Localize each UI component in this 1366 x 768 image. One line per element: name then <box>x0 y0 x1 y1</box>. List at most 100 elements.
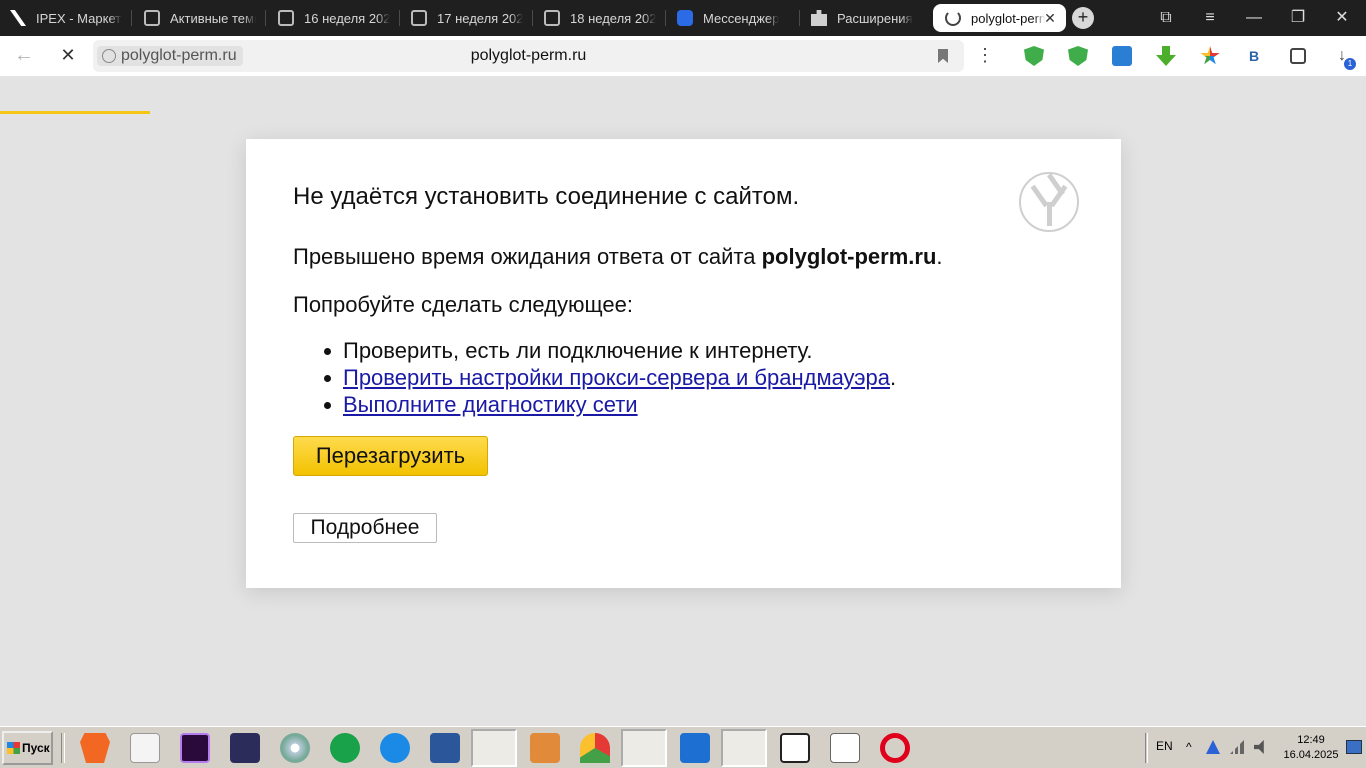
tab-label: Расширения <box>837 10 913 26</box>
tab-week-16[interactable]: 16 неделя 2025 <box>278 4 390 32</box>
colorful-star-extension-icon[interactable] <box>1200 46 1220 65</box>
image-viewer-icon[interactable] <box>530 733 560 763</box>
start-button[interactable]: Пуск <box>2 731 53 765</box>
start-label: Пуск <box>22 741 50 755</box>
tab-label: Активные темы <box>170 10 256 26</box>
notepad-icon[interactable] <box>471 729 517 767</box>
reader-extension-icon[interactable] <box>1112 46 1132 66</box>
umbrella-icon[interactable] <box>580 733 610 763</box>
forum-icon <box>411 10 427 26</box>
vk-extension-icon[interactable]: B <box>1244 46 1264 66</box>
suggestion-check-connection: Проверить, есть ли подключение к интерне… <box>323 337 896 364</box>
tab-extensions[interactable]: Расширения <box>811 4 923 32</box>
tab-divider <box>665 10 666 26</box>
zoom-icon[interactable] <box>380 733 410 763</box>
system-clock[interactable]: 12:49 16.04.2025 <box>1282 733 1340 763</box>
downloads-count-badge: 1 <box>1344 58 1356 70</box>
address-bar[interactable]: polyglot-perm.ru polyglot-perm.ru <box>93 40 964 72</box>
adblock-shield-icon[interactable] <box>1068 46 1088 66</box>
tab-divider <box>799 10 800 26</box>
minimize-button[interactable]: — <box>1242 6 1266 30</box>
adguard-shield-icon[interactable] <box>1024 46 1044 66</box>
tray-divider <box>1145 733 1148 763</box>
sd-card-icon[interactable] <box>230 733 260 763</box>
site-info-chip[interactable]: polyglot-perm.ru <box>97 46 243 66</box>
yandex-logo-icon <box>1019 172 1079 232</box>
volume-icon[interactable] <box>1254 740 1264 754</box>
taskbar-divider <box>61 733 65 763</box>
restore-button[interactable]: ❐ <box>1286 6 1310 30</box>
brave-icon[interactable] <box>80 733 110 763</box>
network-diagnostics-link[interactable]: Выполните диагностику сети <box>343 392 638 417</box>
tab-week-18[interactable]: 18 неделя 2025 <box>544 4 656 32</box>
suggestions-list: Проверить, есть ли подключение к интерне… <box>323 337 897 418</box>
suggestion-check-proxy: Проверить настройки прокси-сервера и бра… <box>323 364 897 391</box>
tab-divider <box>532 10 533 26</box>
clock-time: 12:49 <box>1297 734 1325 746</box>
clock-date: 16.04.2025 <box>1283 749 1339 761</box>
tab-close-icon[interactable]: ✕ <box>1042 10 1058 26</box>
forum-icon <box>278 10 294 26</box>
suggestion-diagnostics: Выполните диагностику сети <box>323 391 896 418</box>
tab-ipex[interactable]: IPEX - Маркетплейс <box>10 4 122 32</box>
yandex-browser-icon[interactable] <box>721 729 767 767</box>
ipex-icon <box>10 10 26 26</box>
tab-label: 17 неделя 2025 <box>437 10 523 26</box>
error-description: Превышено время ожидания ответа от сайта… <box>293 244 943 270</box>
windows-taskbar: Пуск EN ^ 12:49 16.04.2025 <box>0 726 1366 768</box>
media-icon[interactable] <box>280 733 310 763</box>
forum-icon <box>544 10 560 26</box>
tab-divider <box>265 10 266 26</box>
language-indicator[interactable]: EN <box>1156 739 1173 753</box>
opera-icon[interactable] <box>880 733 910 763</box>
messenger-icon <box>677 10 693 26</box>
show-desktop-icon[interactable] <box>1346 740 1362 754</box>
globe-icon <box>102 49 116 63</box>
menu-icon[interactable]: ≡ <box>1198 6 1222 30</box>
tab-messenger[interactable]: Мессенджер <box>677 4 789 32</box>
details-button[interactable]: Подробнее <box>293 513 437 543</box>
more-menu-icon[interactable]: ⋮ <box>976 44 994 68</box>
back-button[interactable]: ← <box>12 44 36 68</box>
tab-divider <box>131 10 132 26</box>
loading-spinner-icon <box>945 10 961 26</box>
new-tab-button[interactable]: + <box>1072 7 1094 29</box>
tab-label: 18 неделя 2025 <box>570 10 656 26</box>
puzzle-icon <box>811 10 827 26</box>
v-app-icon[interactable] <box>780 733 810 763</box>
page-load-progress <box>0 111 151 114</box>
tab-active-topics[interactable]: Активные темы <box>144 4 256 32</box>
browser-toolbar: ← ✕ polyglot-perm.ru polyglot-perm.ru ⋮ … <box>0 36 1366 114</box>
error-description-text: Превышено время ожидания ответа от сайта <box>293 244 762 269</box>
tab-label: polyglot-perm.ru <box>971 10 1045 26</box>
font-tool-icon[interactable] <box>680 733 710 763</box>
calendar-icon[interactable] <box>830 733 860 763</box>
network-signal-icon[interactable] <box>1230 740 1244 754</box>
suggestion-period: . <box>890 365 897 390</box>
premiere-icon[interactable] <box>180 733 210 763</box>
solitaire-icon[interactable] <box>130 733 160 763</box>
savefrom-download-icon[interactable] <box>1156 46 1176 66</box>
error-domain: polyglot-perm.ru <box>761 244 937 269</box>
close-window-button[interactable]: ✕ <box>1330 6 1354 30</box>
show-hidden-icons-icon[interactable]: ^ <box>1186 740 1200 754</box>
tab-label: 16 неделя 2025 <box>304 10 390 26</box>
stop-loading-button[interactable]: ✕ <box>56 44 80 68</box>
folder-icon[interactable] <box>621 729 667 767</box>
windows-logo-icon <box>7 742 20 754</box>
reload-button[interactable]: Перезагрузить <box>293 436 488 476</box>
tab-strip: IPEX - Маркетплейс Активные темы 16 неде… <box>0 0 1366 36</box>
tab-polyglot-active[interactable]: polyglot-perm.ru ✕ <box>933 4 1066 32</box>
tab-label: Мессенджер <box>703 10 780 26</box>
tray-app-icon[interactable] <box>1206 740 1220 754</box>
extensions-puzzle-icon[interactable] <box>1290 48 1306 64</box>
proxy-settings-link[interactable]: Проверить настройки прокси-сервера и бра… <box>343 365 890 390</box>
forum-icon <box>144 10 160 26</box>
tab-week-17[interactable]: 17 неделя 2025 <box>411 4 523 32</box>
tab-divider <box>399 10 400 26</box>
word-icon[interactable] <box>430 733 460 763</box>
green-app-icon[interactable] <box>330 733 360 763</box>
domain-chip-label: polyglot-perm.ru <box>121 47 237 64</box>
tab-label: IPEX - Маркетплейс <box>36 10 122 26</box>
collections-icon[interactable]: ⧉ <box>1154 6 1178 30</box>
